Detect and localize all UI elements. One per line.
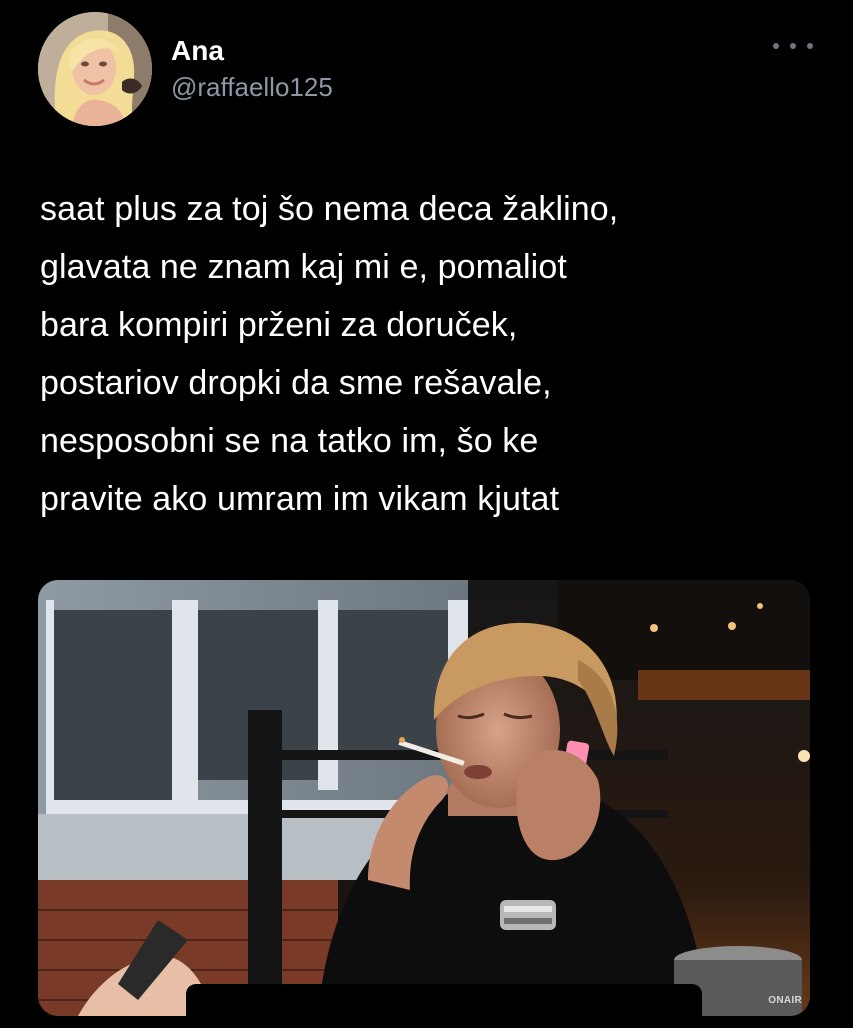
author-names: Ana @raffaello125 [171,34,333,104]
redaction-bar [186,984,702,1028]
tweet-text-line: bara kompiri prženi za doruček, [40,306,518,344]
profile-photo-icon [38,12,152,126]
tweet-text-line: saat plus za toj šo nema deca žaklino, [40,190,619,228]
ellipsis-icon [773,43,779,49]
handle[interactable]: @raffaello125 [171,70,333,104]
avatar[interactable] [38,12,152,126]
tweet-text-line: postariov dropki da sme rešavale, [40,364,552,402]
tweet-text: saat plus za toj šo nema deca žaklino, g… [40,180,820,528]
tweet-media-photo[interactable]: ONAIR [38,580,810,1016]
ellipsis-icon [807,43,813,49]
tweet-text-line: glavata ne znam kaj mi e, pomaliot [40,248,567,286]
more-options-button[interactable] [773,34,813,58]
ellipsis-icon [790,43,796,49]
display-name[interactable]: Ana [171,34,333,68]
media-watermark: ONAIR [768,995,802,1006]
tweet-text-line: pravite ako umram im vikam kjutat [40,480,560,518]
tweet: Ana @raffaello125 saat plus za toj šo ne… [0,0,853,1028]
tweet-header: Ana @raffaello125 [38,12,813,132]
photo-image-icon [38,580,810,1016]
tweet-text-line: nesposobni se na tatko im, šo ke [40,422,539,460]
